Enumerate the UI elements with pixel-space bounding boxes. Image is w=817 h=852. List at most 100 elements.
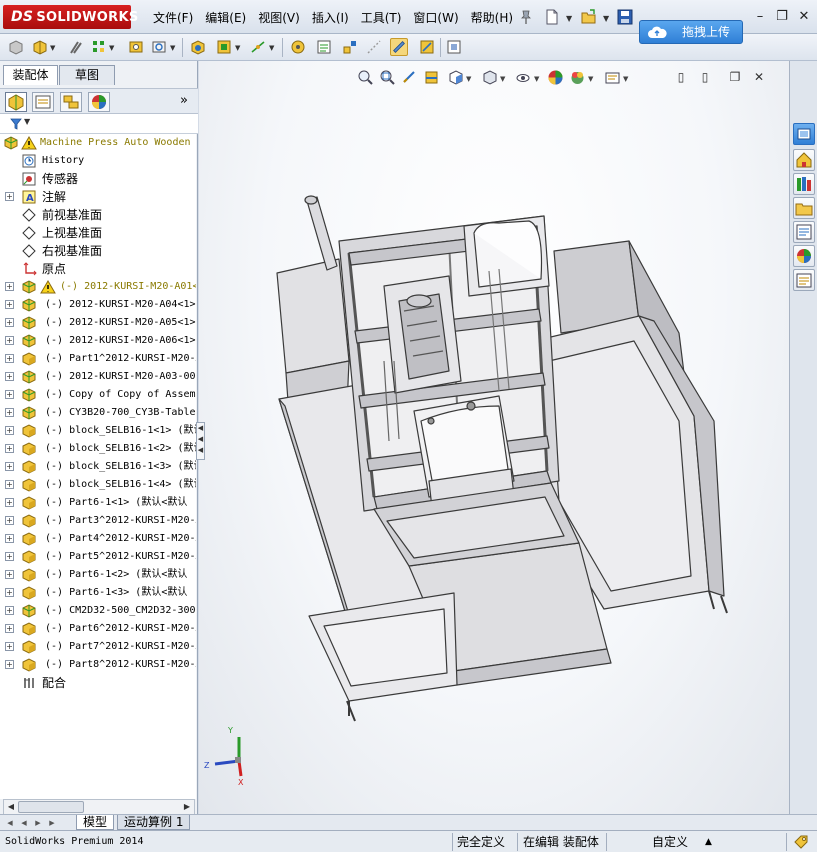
view-settings-icon[interactable] [604,69,621,86]
menu-item-0[interactable]: 文件(F) [147,0,199,34]
scene-dropdown-icon[interactable]: ▼ [588,75,593,83]
viewport-restore-icon[interactable]: ❐ [727,69,743,85]
section-view-icon[interactable] [423,69,440,86]
expand-toggle-icon[interactable]: + [5,390,14,399]
viewport-close-icon[interactable]: ✕ [751,69,767,85]
scroll-thumb[interactable] [18,801,84,813]
upload-button[interactable]: 拖拽上传 [639,20,743,44]
reference-dropdown-icon[interactable]: ▼ [269,44,274,52]
view-palette-tab[interactable] [793,221,815,243]
linear-pattern-icon[interactable] [90,38,108,56]
unit-system-arrow-icon[interactable]: ▲ [705,834,712,850]
solidworks-logo[interactable]: DS SOLIDWORKS [3,5,138,29]
features-dropdown-icon[interactable]: ▼ [235,44,240,52]
viewport-tile-icon[interactable]: ▯ [673,69,689,85]
assembly-features-icon[interactable] [215,38,233,56]
expand-toggle-icon[interactable]: + [5,552,14,561]
tree-item[interactable]: 传感器 [0,170,196,188]
pin-icon[interactable] [518,9,534,25]
bill-of-materials-icon[interactable] [315,38,333,56]
prev-tab-icon[interactable]: ◀ [18,817,30,829]
tree-item[interactable]: + (-) 2012-KURSI-M20-A01< [0,278,196,296]
tree-item[interactable]: 右视基准面 [0,242,196,260]
filter-icon[interactable] [10,117,24,131]
tree-item[interactable]: + A 注解 [0,188,196,206]
insert-dropdown-icon[interactable]: ▼ [50,44,55,52]
expand-toggle-icon[interactable]: + [5,498,14,507]
expand-toggle-icon[interactable]: + [5,624,14,633]
scroll-right-icon[interactable]: ▶ [180,800,194,814]
new-motion-study-icon[interactable] [289,38,307,56]
expand-toggle-icon[interactable]: + [5,642,14,651]
tree-item[interactable]: + (-) Copy of Copy of Assem [0,386,196,404]
panel-collapse-handle[interactable]: ◀ ◀ ◀ [196,422,205,460]
first-tab-icon[interactable]: ◀ [4,817,16,829]
custom-properties-tab[interactable] [793,269,815,291]
open-dropdown-icon[interactable]: ▼ [603,14,609,23]
menu-item-1[interactable]: 编辑(E) [199,0,252,34]
hide-show-dropdown-icon[interactable]: ▼ [534,75,539,83]
view-orientation-dropdown-icon[interactable]: ▼ [466,75,471,83]
tree-item[interactable]: + (-) block_SELB16-1<3> (默认 [0,458,196,476]
explode-line-sketch-icon[interactable] [365,38,383,56]
expand-toggle-icon[interactable]: + [5,588,14,597]
tree-item[interactable]: + (-) 2012-KURSI-M20-A04<1> [0,296,196,314]
tab-motion-study[interactable]: 运动算例 1 [117,815,191,830]
tree-item[interactable]: History [0,152,196,170]
tree-item[interactable]: 上视基准面 [0,224,196,242]
tree-item[interactable]: + (-) block_SELB16-1<1> (默认 [0,422,196,440]
tree-root[interactable]: Machine Press Auto Wooden [0,134,196,152]
appearances-tab[interactable] [793,245,815,267]
new-document-icon[interactable] [543,8,561,26]
tree-item[interactable]: + (-) Part6-1<1> (默认<默认 [0,494,196,512]
tree-item[interactable]: 配合 [0,674,196,692]
previous-view-icon[interactable] [401,69,418,86]
new-assembly-icon[interactable] [7,38,25,56]
expand-toggle-icon[interactable]: + [5,318,14,327]
apply-scene-icon[interactable] [569,69,586,86]
unit-system-selector[interactable]: 自定义 [652,834,688,850]
expand-toggle-icon[interactable]: + [5,354,14,363]
exploded-view-icon[interactable] [341,38,359,56]
tree-item[interactable]: + (-) Part4^2012-KURSI-M20-A [0,530,196,548]
menu-item-6[interactable]: 帮助(H) [465,0,519,34]
tree-item[interactable]: 原点 [0,260,196,278]
show-hidden-icon[interactable] [189,38,207,56]
expand-toggle-icon[interactable]: + [5,300,14,309]
tree-horizontal-scrollbar[interactable]: ◀ ▶ [3,799,195,815]
reference-geometry-icon[interactable] [249,38,267,56]
expand-toggle-icon[interactable]: + [5,192,14,201]
mate-icon[interactable] [66,38,84,56]
tree-item[interactable]: + (-) 2012-KURSI-M20-A06<1> [0,332,196,350]
display-style-dropdown-icon[interactable]: ▼ [500,75,505,83]
tab-model[interactable]: 模型 [76,815,115,830]
tree-item[interactable]: + (-) Part1^2012-KURSI-M20-A [0,350,196,368]
update-speedpak-icon[interactable] [418,38,436,56]
minimize-button[interactable]: – [749,8,771,26]
edit-appearance-icon[interactable] [547,69,564,86]
display-manager-tab[interactable] [88,92,110,112]
expand-toggle-icon[interactable]: + [5,570,14,579]
expand-toggle-icon[interactable]: + [5,372,14,381]
pattern-dropdown-icon[interactable]: ▼ [109,44,114,52]
expand-toggle-icon[interactable]: + [5,480,14,489]
expand-toggle-icon[interactable]: + [5,516,14,525]
machine-press-model[interactable] [199,61,789,814]
view-orientation-icon[interactable] [447,69,464,86]
graphics-area[interactable]: ▼ ▼ ▼ ▼ ▼ ▯ ▯ ❐ ✕ Y Z X [199,61,789,814]
menu-item-3[interactable]: 插入(I) [306,0,355,34]
tree-item[interactable]: + (-) Part7^2012-KURSI-M20-A [0,638,196,656]
insert-component-icon[interactable] [31,38,49,56]
tree-item[interactable]: + (-) CM2D32-500_CM2D32-300- [0,602,196,620]
tree-item[interactable]: 前视基准面 [0,206,196,224]
take-snapshot-icon[interactable] [445,38,463,56]
expand-toggle-icon[interactable]: + [5,408,14,417]
feature-manager-tab[interactable] [5,92,27,112]
restore-button[interactable]: ❐ [771,8,793,26]
menu-item-2[interactable]: 视图(V) [252,0,306,34]
file-explorer-tab[interactable] [793,197,815,219]
tree-item[interactable]: + (-) Part6^2012-KURSI-M20-A [0,620,196,638]
display-style-icon[interactable] [481,69,498,86]
next-tab-icon[interactable]: ▶ [32,817,44,829]
expand-toggle-icon[interactable]: + [5,336,14,345]
